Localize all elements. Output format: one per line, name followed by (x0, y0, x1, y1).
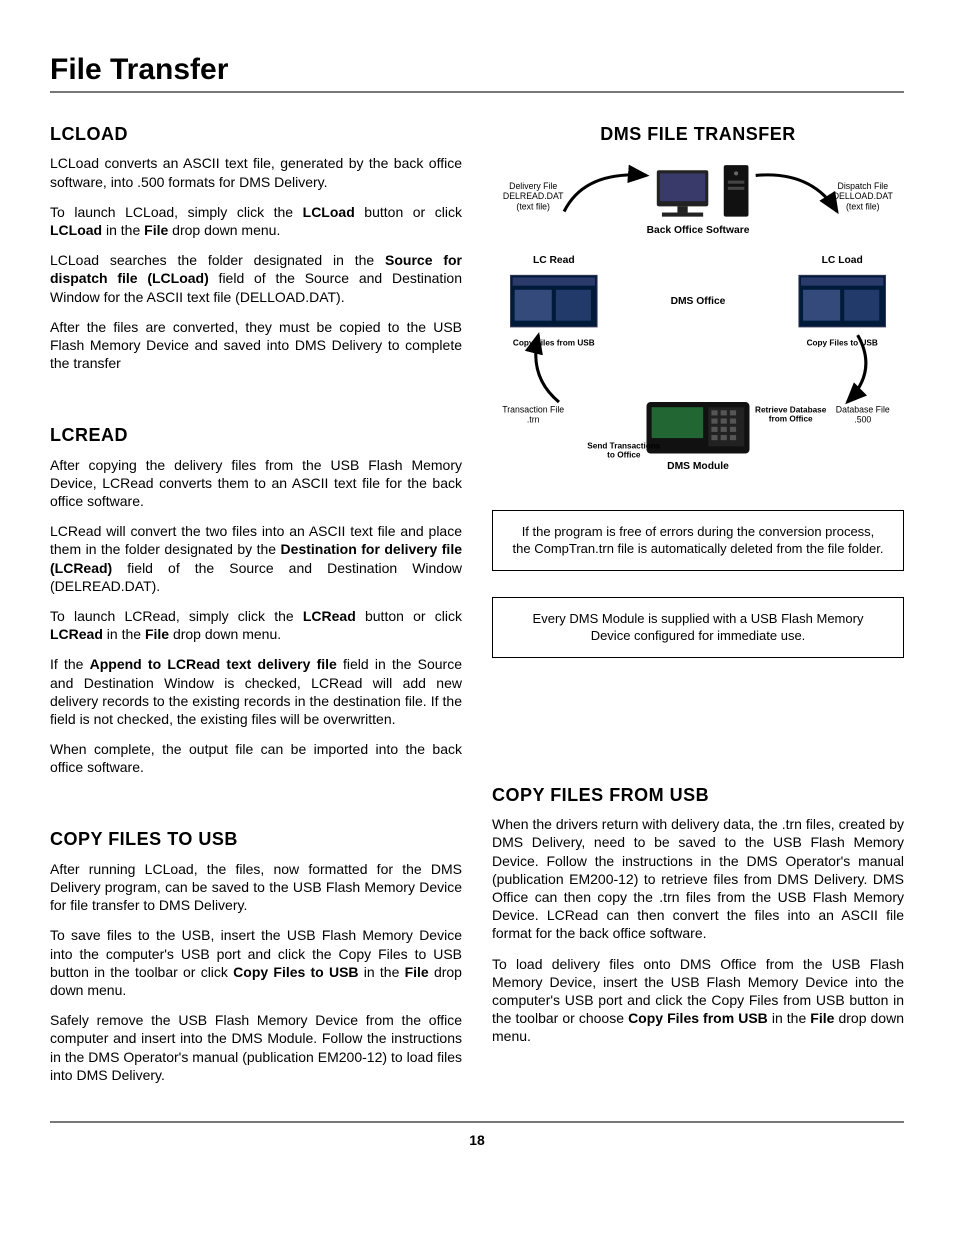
lcload-p3: LCLoad searches the folder designated in… (50, 251, 462, 306)
lcread-p3: To launch LCRead, simply click the LCRea… (50, 607, 462, 643)
transaction-l1: Transaction File (502, 405, 564, 415)
dispatch-file-l1: Dispatch File (838, 181, 889, 191)
page-number: 18 (50, 1121, 904, 1149)
copy-from-heading: COPY FILES FROM USB (492, 784, 904, 807)
copy-from-p2: To load delivery files onto DMS Office f… (492, 955, 904, 1046)
send-l1: Send Transactions (587, 442, 661, 451)
retrieve-l2: from Office (769, 415, 813, 424)
copy-to-usb-label: Copy Files to USB (807, 339, 878, 348)
lcread-p2: LCRead will convert the two files into a… (50, 522, 462, 595)
copy-to-p2: To save files to the USB, insert the USB… (50, 926, 462, 999)
lcload-heading: LCLOAD (50, 123, 462, 146)
left-column: LCLOAD LCLoad converts an ASCII text fil… (50, 123, 462, 1096)
page-title: File Transfer (50, 50, 904, 93)
delivery-file-l3: (text file) (516, 202, 550, 212)
retrieve-l1: Retrieve Database (755, 406, 827, 415)
lcload-p2: To launch LCLoad, simply click the LCLoa… (50, 203, 462, 239)
dms-module-label: DMS Module (667, 461, 729, 472)
lc-read-label: LC Read (533, 255, 575, 266)
delivery-file-l1: Delivery File (509, 181, 557, 191)
back-office-label: Back Office Software (647, 226, 750, 237)
dms-transfer-heading: DMS FILE TRANSFER (492, 123, 904, 146)
copy-from-p1: When the drivers return with delivery da… (492, 815, 904, 942)
lcread-p4: If the Append to LCRead text delivery fi… (50, 655, 462, 728)
dispatch-file-l2: DELLOAD.DAT (833, 192, 894, 202)
copy-from-usb-label: Copy Files from USB (513, 339, 595, 348)
note-box-1: If the program is free of errors during … (492, 510, 904, 571)
lcread-heading: LCREAD (50, 424, 462, 447)
transaction-l2: .trn (527, 415, 540, 425)
copy-to-p1: After running LCLoad, the files, now for… (50, 860, 462, 915)
dispatch-file-l3: (text file) (846, 202, 880, 212)
lcread-p1: After copying the delivery files from th… (50, 456, 462, 511)
lcload-p1: LCLoad converts an ASCII text file, gene… (50, 154, 462, 190)
two-column-layout: LCLOAD LCLoad converts an ASCII text fil… (50, 123, 904, 1096)
dms-transfer-diagram: Back Office Software Delivery File DELRE… (492, 160, 904, 479)
note-box-2: Every DMS Module is supplied with a USB … (492, 597, 904, 658)
send-l2: to Office (607, 451, 641, 460)
lcload-p4: After the files are converted, they must… (50, 318, 462, 373)
database-l1: Database File (836, 405, 890, 415)
lc-load-label: LC Load (822, 255, 863, 266)
copy-to-p3: Safely remove the USB Flash Memory Devic… (50, 1011, 462, 1084)
delivery-file-l2: DELREAD.DAT (503, 192, 564, 202)
copy-to-heading: COPY FILES TO USB (50, 828, 462, 851)
lcread-p5: When complete, the output file can be im… (50, 740, 462, 776)
dms-office-label: DMS Office (671, 297, 726, 308)
right-column: DMS FILE TRANSFER Back Office Software (492, 123, 904, 1096)
database-l2: .500 (854, 415, 871, 425)
